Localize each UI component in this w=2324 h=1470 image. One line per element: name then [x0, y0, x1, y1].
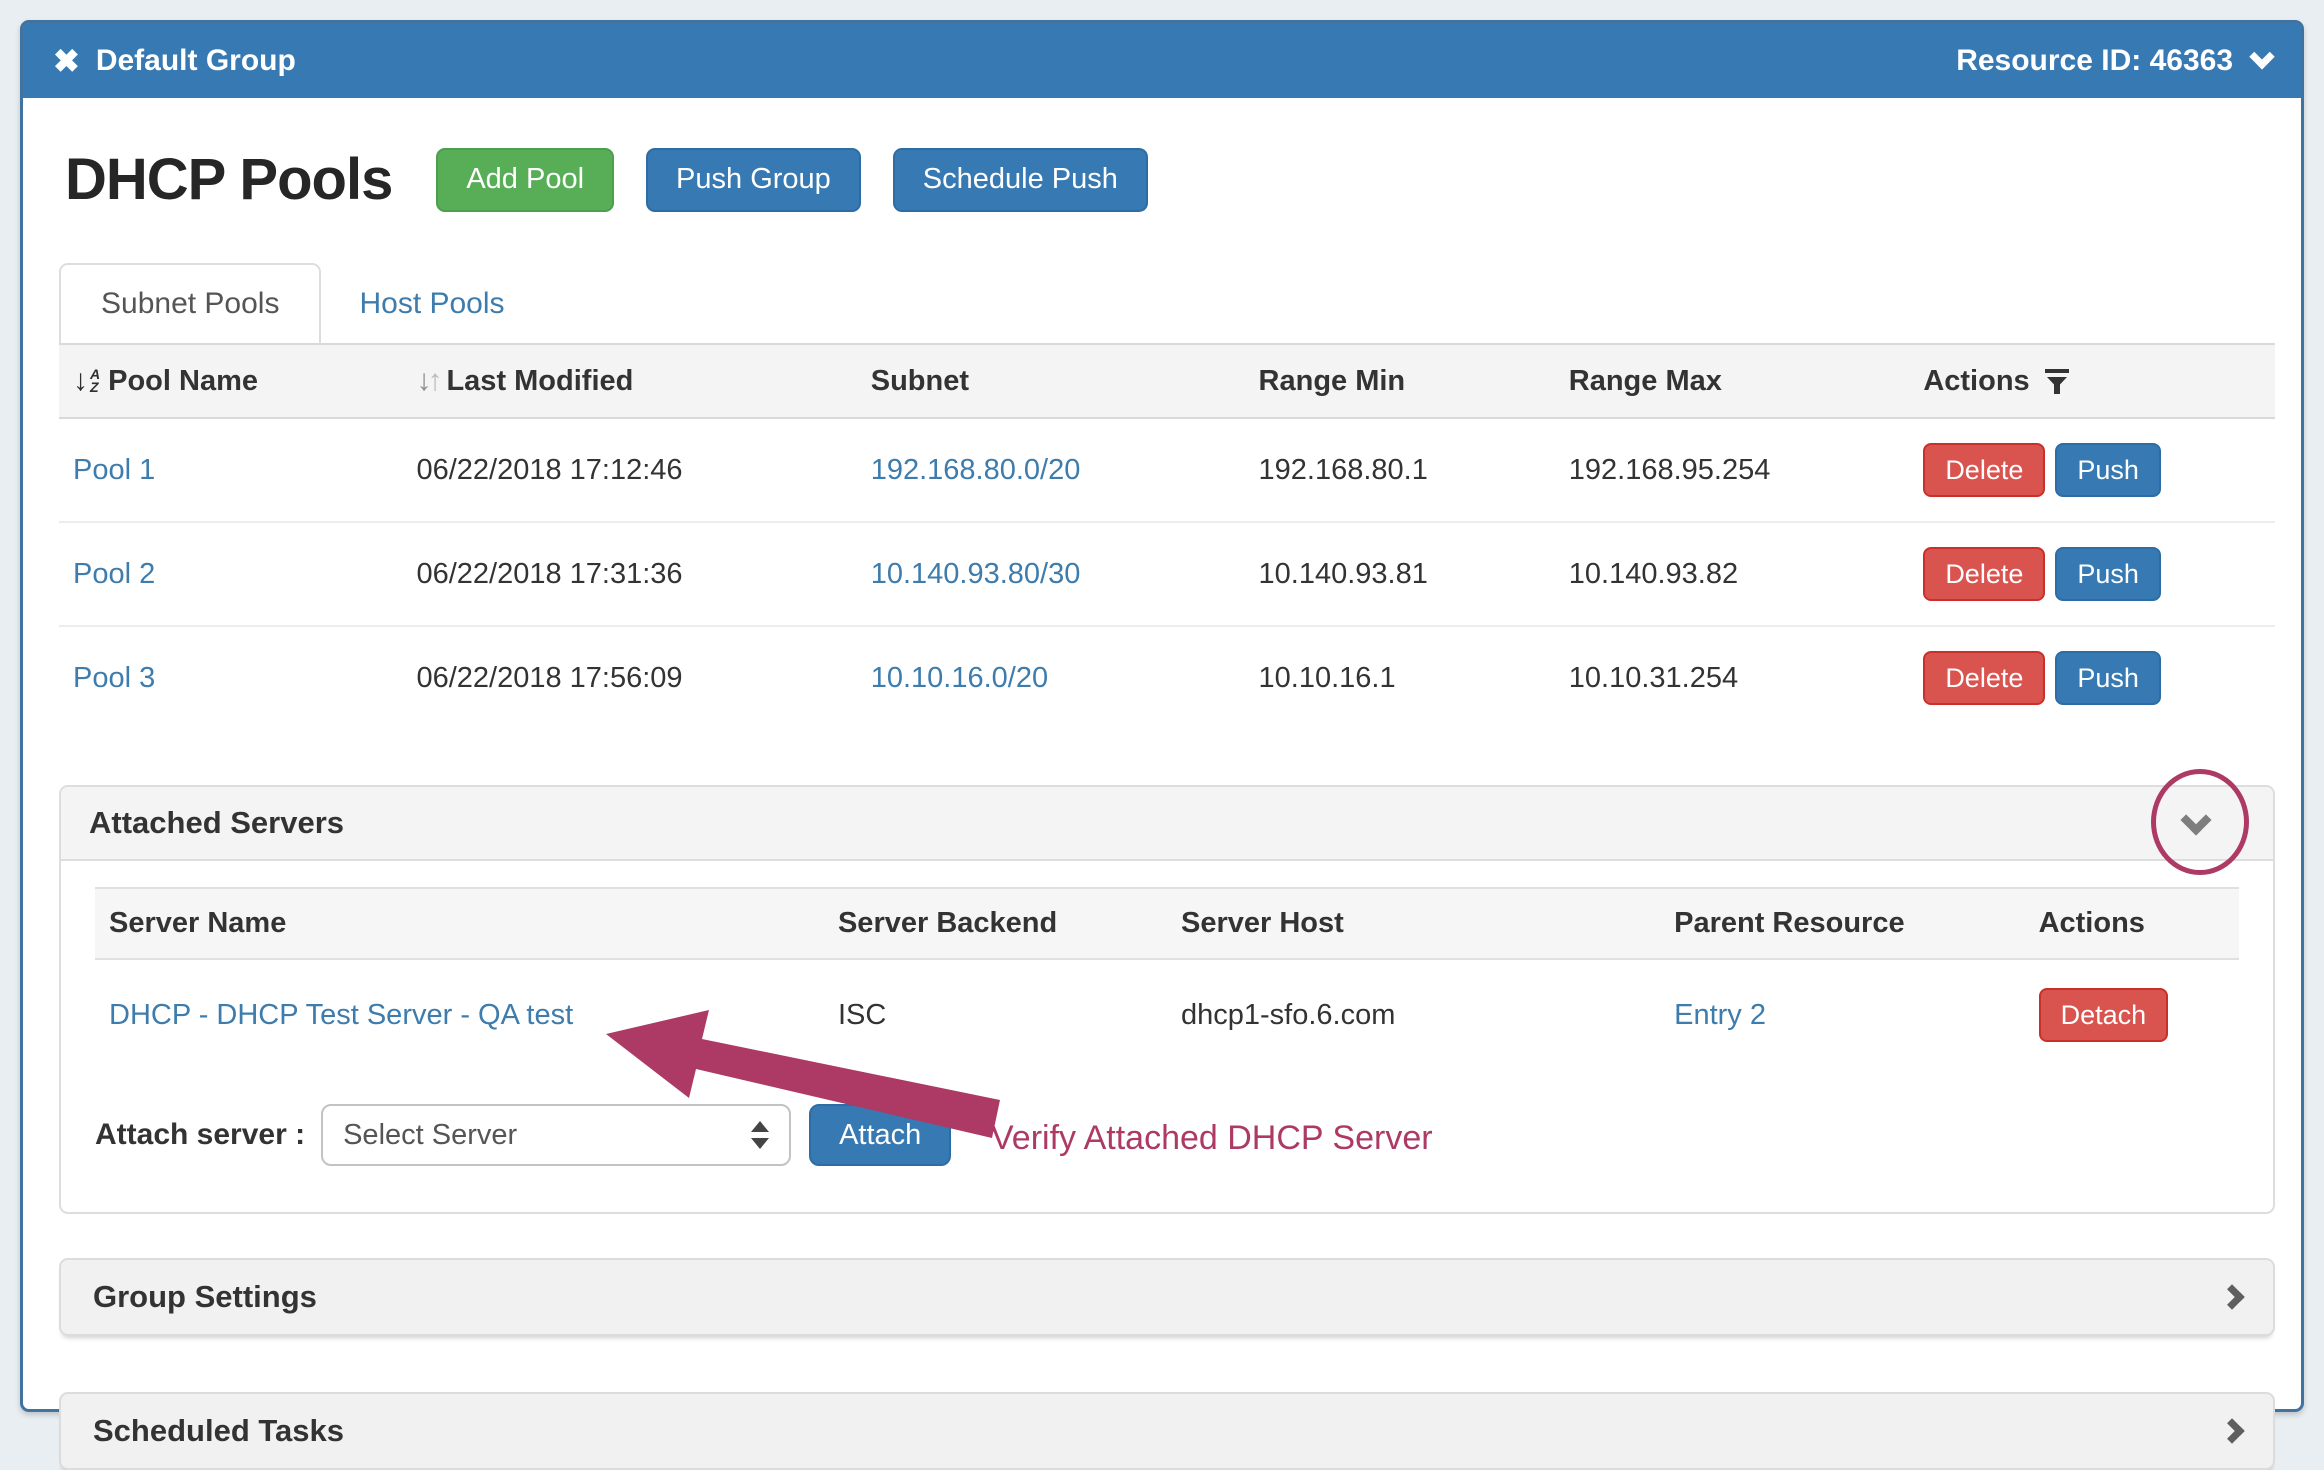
delete-button[interactable]: Delete: [1923, 547, 2045, 601]
column-pool-name[interactable]: ↓ AZ Pool Name: [59, 344, 402, 418]
column-server-actions: Actions: [2025, 888, 2239, 959]
resource-id-label: Resource ID: 46363: [1956, 44, 2233, 78]
servers-header-row: Server Name Server Backend Server Host P…: [95, 888, 2239, 959]
page-title: DHCP Pools: [65, 146, 392, 213]
filter-icon[interactable]: [2044, 368, 2070, 395]
subnet-pools-table: ↓ AZ Pool Name ↓↑ Last Modified: [59, 343, 2275, 729]
push-button[interactable]: Push: [2055, 443, 2161, 497]
last-modified-value: 06/22/2018 17:56:09: [402, 626, 856, 729]
tab-host-pools[interactable]: Host Pools: [321, 265, 542, 343]
parent-resource-link[interactable]: Entry 2: [1674, 999, 1766, 1031]
subnet-link[interactable]: 192.168.80.0/20: [871, 454, 1081, 486]
scheduled-tasks-panel[interactable]: Scheduled Tasks: [59, 1392, 2275, 1470]
scheduled-tasks-title: Scheduled Tasks: [93, 1413, 344, 1449]
delete-button[interactable]: Delete: [1923, 651, 2045, 705]
pool-link[interactable]: Pool 3: [73, 662, 155, 694]
range-min-value: 10.140.93.81: [1245, 522, 1555, 626]
pools-header-row: ↓ AZ Pool Name ↓↑ Last Modified: [59, 344, 2275, 418]
pools-tabs: Subnet Pools Host Pools: [59, 263, 2275, 343]
delete-button[interactable]: Delete: [1923, 443, 2045, 497]
column-last-modified[interactable]: ↓↑ Last Modified: [402, 344, 856, 418]
subnet-link[interactable]: 10.140.93.80/30: [871, 558, 1081, 590]
tab-subnet-pools[interactable]: Subnet Pools: [59, 263, 321, 343]
table-row: Pool 3 06/22/2018 17:56:09 10.10.16.0/20…: [59, 626, 2275, 729]
card-title-bar: ✖ Default Group Resource ID: 46363: [23, 23, 2301, 98]
server-backend-value: ISC: [824, 959, 1167, 1056]
range-max-value: 10.10.31.254: [1555, 626, 1910, 729]
table-row: Pool 2 06/22/2018 17:31:36 10.140.93.80/…: [59, 522, 2275, 626]
range-max-value: 192.168.95.254: [1555, 418, 1910, 522]
attached-servers-panel: Attached Servers Server Name Server Back…: [59, 785, 2275, 1214]
server-select-value: Select Server: [343, 1119, 517, 1152]
push-group-button[interactable]: Push Group: [646, 148, 861, 212]
subnet-link[interactable]: 10.10.16.0/20: [871, 662, 1048, 694]
attach-button[interactable]: Attach: [809, 1104, 951, 1166]
column-range-max: Range Max: [1555, 344, 1910, 418]
attach-server-label: Attach server :: [95, 1118, 305, 1152]
column-server-name: Server Name: [95, 888, 824, 959]
select-arrows-icon: [751, 1121, 769, 1149]
push-button[interactable]: Push: [2055, 651, 2161, 705]
group-settings-title: Group Settings: [93, 1279, 317, 1315]
column-server-backend: Server Backend: [824, 888, 1167, 959]
column-actions: Actions: [1909, 344, 2275, 418]
attached-servers-title: Attached Servers: [89, 805, 344, 841]
pool-link[interactable]: Pool 1: [73, 454, 155, 486]
schedule-push-button[interactable]: Schedule Push: [893, 148, 1148, 212]
column-subnet: Subnet: [857, 344, 1245, 418]
sort-alphabetical-icon[interactable]: ↓ AZ: [73, 364, 100, 398]
close-icon[interactable]: ✖: [53, 45, 80, 77]
push-button[interactable]: Push: [2055, 547, 2161, 601]
collapse-chevron-down-icon[interactable]: [2180, 804, 2211, 835]
attached-servers-table: Server Name Server Backend Server Host P…: [95, 887, 2239, 1056]
table-row: DHCP - DHCP Test Server - QA test ISC dh…: [95, 959, 2239, 1056]
default-group-card: ✖ Default Group Resource ID: 46363 DHCP …: [20, 20, 2304, 1412]
detach-button[interactable]: Detach: [2039, 988, 2169, 1042]
last-modified-value: 06/22/2018 17:12:46: [402, 418, 856, 522]
column-server-host: Server Host: [1167, 888, 1660, 959]
server-link[interactable]: DHCP - DHCP Test Server - QA test: [109, 999, 573, 1031]
chevron-right-icon: [2219, 1284, 2244, 1309]
range-max-value: 10.140.93.82: [1555, 522, 1910, 626]
pool-link[interactable]: Pool 2: [73, 558, 155, 590]
server-host-value: dhcp1-sfo.6.com: [1167, 959, 1660, 1056]
attached-servers-header[interactable]: Attached Servers: [61, 787, 2273, 861]
last-modified-value: 06/22/2018 17:31:36: [402, 522, 856, 626]
chevron-down-icon[interactable]: [2249, 44, 2274, 69]
group-title: Default Group: [96, 44, 296, 78]
sort-icon[interactable]: ↓↑: [416, 364, 438, 398]
range-min-value: 192.168.80.1: [1245, 418, 1555, 522]
column-parent-resource: Parent Resource: [1660, 888, 2024, 959]
server-select[interactable]: Select Server: [321, 1104, 791, 1166]
chevron-right-icon: [2219, 1418, 2244, 1443]
group-settings-panel[interactable]: Group Settings: [59, 1258, 2275, 1336]
table-row: Pool 1 06/22/2018 17:12:46 192.168.80.0/…: [59, 418, 2275, 522]
range-min-value: 10.10.16.1: [1245, 626, 1555, 729]
add-pool-button[interactable]: Add Pool: [436, 148, 614, 212]
column-range-min: Range Min: [1245, 344, 1555, 418]
